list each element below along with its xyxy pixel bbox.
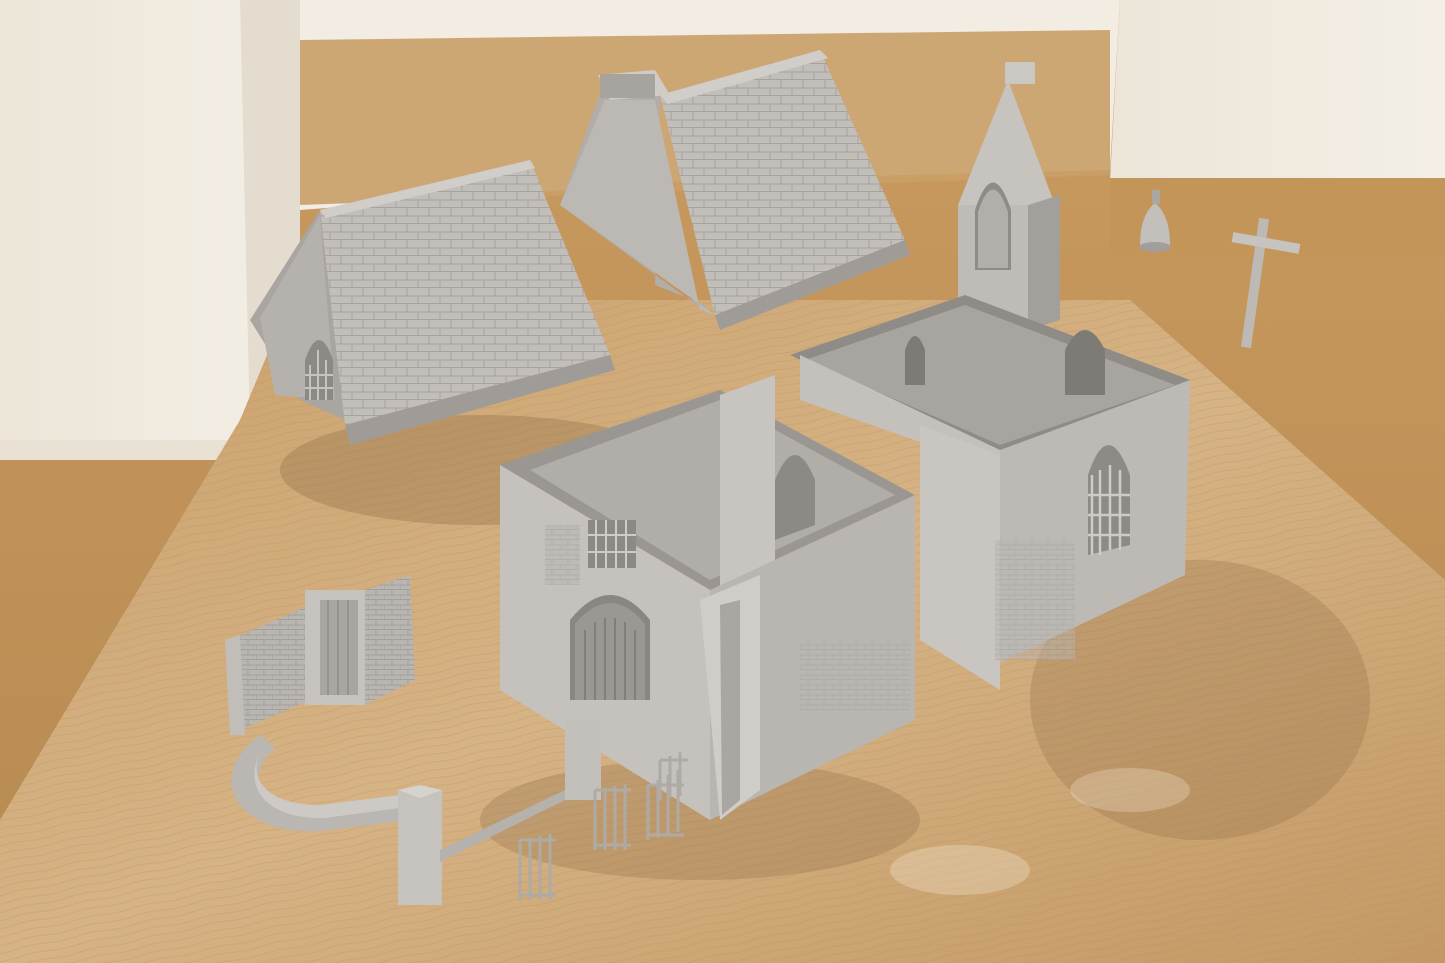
right-wall [1110, 0, 1445, 190]
photo-scene [0, 0, 1445, 963]
scene-svg [0, 0, 1445, 963]
